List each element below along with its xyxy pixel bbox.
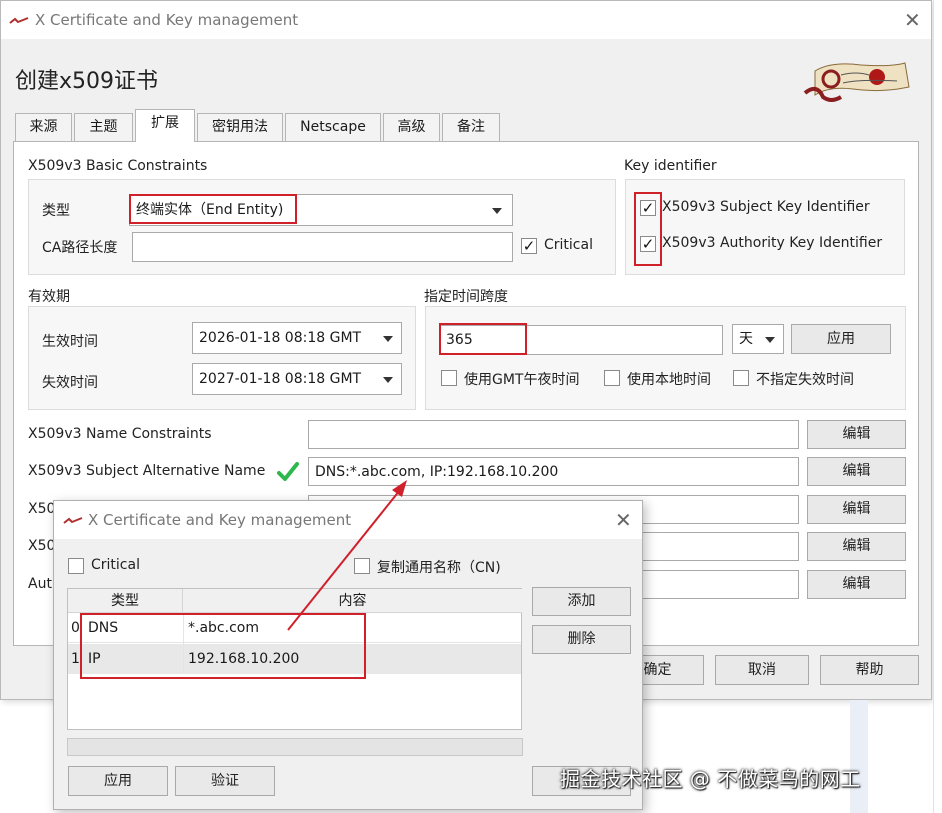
dialog-title-bar: X Certificate and Key management ✕ — [54, 501, 642, 539]
no-expiry-checkbox[interactable] — [733, 370, 749, 386]
extension-row4-label: X50 — [28, 538, 56, 554]
cancel-button[interactable]: 取消 — [715, 655, 809, 685]
san-input[interactable]: DNS:*.abc.com, IP:192.168.10.200 — [308, 457, 799, 486]
chevron-down-icon — [383, 377, 393, 383]
local-time-label: 使用本地时间 — [627, 372, 711, 388]
watermark: 掘金技术社区 @ 不做菜鸟的网工 — [560, 767, 861, 791]
dialog-title: X Certificate and Key management — [88, 511, 352, 529]
row-index: 1 — [71, 651, 80, 667]
end-time-input[interactable]: 2027-01-18 08:18 GMT — [192, 363, 402, 395]
validity-group: 生效时间 2026-01-18 08:18 GMT 失效时间 2027-01-1… — [28, 306, 416, 410]
type-label: 类型 — [42, 203, 70, 219]
local-time-checkbox[interactable] — [604, 370, 620, 386]
edit-san-button[interactable]: 编辑 — [807, 457, 906, 486]
end-time-label: 失效时间 — [42, 375, 98, 391]
chevron-down-icon — [765, 337, 775, 343]
tab-key-usage[interactable]: 密钥用法 — [197, 113, 283, 141]
san-dialog: X Certificate and Key management ✕ Criti… — [53, 500, 643, 810]
subject-key-id-label: X509v3 Subject Key Identifier — [662, 199, 870, 215]
key-identifier-group: ✓ X509v3 Subject Key Identifier ✓ X509v3… — [625, 179, 905, 275]
edit-row5-button[interactable]: 编辑 — [807, 570, 906, 599]
start-time-input[interactable]: 2026-01-18 08:18 GMT — [192, 322, 402, 354]
background-window-edge — [933, 0, 942, 813]
copy-cn-label: 复制通用名称（CN) — [377, 560, 501, 576]
close-icon[interactable]: ✕ — [904, 10, 921, 30]
column-header-content[interactable]: 内容 — [183, 589, 522, 613]
timespan-highlight — [439, 323, 527, 355]
type-highlight — [129, 194, 297, 224]
tab-extensions[interactable]: 扩展 — [135, 109, 195, 142]
gmt-midnight-label: 使用GMT午夜时间 — [464, 372, 580, 388]
tab-advanced[interactable]: 高级 — [383, 113, 440, 141]
edit-row3-button[interactable]: 编辑 — [807, 495, 906, 524]
edit-name-constraints-button[interactable]: 编辑 — [807, 420, 906, 449]
tab-comment[interactable]: 备注 — [442, 113, 500, 141]
name-constraints-input[interactable] — [308, 420, 799, 449]
critical-label: Critical — [544, 237, 593, 253]
dialog-critical-label: Critical — [91, 557, 140, 573]
copy-cn-checkbox[interactable] — [354, 558, 370, 574]
background-panel — [850, 700, 868, 813]
row-index: 0 — [71, 620, 80, 636]
validity-title: 有效期 — [28, 289, 70, 305]
start-time-label: 生效时间 — [42, 334, 98, 350]
delete-button[interactable]: 删除 — [532, 625, 631, 654]
add-button[interactable]: 添加 — [532, 587, 631, 616]
tab-netscape[interactable]: Netscape — [285, 113, 381, 141]
timespan-unit-select[interactable]: 天 — [732, 324, 784, 354]
app-icon — [63, 517, 83, 524]
san-table: 类型 内容 0 DNS *.abc.com 1 IP 192.168.10.20… — [67, 588, 522, 730]
chevron-down-icon — [492, 208, 502, 214]
edit-row4-button[interactable]: 编辑 — [807, 532, 906, 561]
end-time-value: 2027-01-18 08:18 GMT — [199, 371, 362, 387]
tab-subject[interactable]: 主题 — [74, 113, 133, 141]
check-icon — [277, 462, 299, 481]
extension-row5-label: Aut — [28, 576, 52, 592]
no-expiry-label: 不指定失效时间 — [756, 372, 854, 388]
extension-row3-label: X50 — [28, 501, 56, 517]
timespan-unit-value: 天 — [739, 331, 753, 347]
gmt-midnight-checkbox[interactable] — [441, 370, 457, 386]
key-identifier-title: Key identifier — [624, 158, 717, 174]
dialog-critical-checkbox[interactable] — [68, 558, 84, 574]
key-id-highlight — [634, 192, 662, 266]
start-time-value: 2026-01-18 08:18 GMT — [199, 330, 362, 346]
close-icon[interactable]: ✕ — [615, 510, 632, 530]
authority-key-id-label: X509v3 Authority Key Identifier — [662, 235, 883, 251]
title-bar: X Certificate and Key management ✕ — [1, 1, 931, 39]
help-button[interactable]: 帮助 — [820, 655, 919, 685]
san-label: X509v3 Subject Alternative Name — [28, 463, 266, 479]
window-title: X Certificate and Key management — [35, 11, 299, 29]
logo-icon — [803, 62, 910, 102]
basic-constraints-group: 类型 终端实体（End Entity) CA路径长度 ✓ Critical — [28, 179, 616, 275]
basic-constraints-title: X509v3 Basic Constraints — [28, 158, 208, 174]
app-icon — [9, 17, 29, 24]
timespan-title: 指定时间跨度 — [424, 289, 508, 305]
horizontal-scrollbar[interactable] — [67, 738, 523, 756]
ca-path-input[interactable] — [132, 232, 513, 262]
ca-path-label: CA路径长度 — [42, 240, 118, 256]
chevron-down-icon — [383, 336, 393, 342]
timespan-group: 365 天 应用 使用GMT午夜时间 使用本地时间 不指定失效时间 — [425, 306, 906, 410]
critical-checkbox[interactable]: ✓ — [521, 238, 537, 254]
tab-source[interactable]: 来源 — [15, 113, 72, 141]
column-header-type[interactable]: 类型 — [68, 589, 183, 613]
dialog-apply-button[interactable]: 应用 — [68, 766, 168, 796]
page-title: 创建x509证书 — [15, 69, 159, 94]
rows-highlight — [80, 613, 366, 679]
name-constraints-label: X509v3 Name Constraints — [28, 426, 212, 442]
validate-button[interactable]: 验证 — [175, 766, 275, 796]
timespan-apply-button[interactable]: 应用 — [791, 324, 891, 354]
